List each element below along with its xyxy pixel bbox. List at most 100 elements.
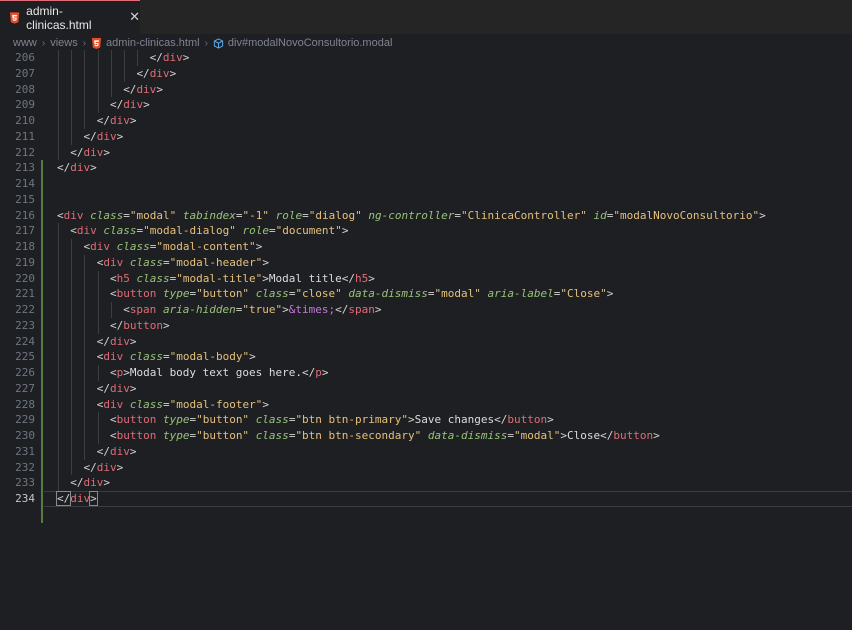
code-line[interactable]: </div> [83, 129, 123, 145]
indent-guide [58, 254, 59, 271]
indent-guide [58, 302, 59, 318]
indent-guide [71, 254, 73, 271]
code-token: > [606, 287, 614, 301]
code-line[interactable]: <button type="button" class="close" data… [110, 286, 613, 302]
indent-guide [71, 365, 73, 381]
code-token: > [368, 271, 375, 285]
code-token: > [262, 397, 269, 411]
code-line[interactable]: </div> [97, 444, 137, 460]
code-line[interactable]: </div> [70, 475, 110, 491]
code-line[interactable]: <div class="modal-header"> [97, 255, 269, 271]
code-token: ng-controller [368, 208, 455, 222]
indent-guide [58, 128, 59, 145]
breadcrumb-www[interactable]: www [13, 37, 37, 49]
indent-guide [71, 443, 73, 460]
code-token: </ [341, 271, 356, 285]
indent-guide [97, 81, 99, 98]
indent-guide [84, 317, 86, 334]
code-token: class [136, 271, 170, 285]
line-number: 209 [15, 98, 35, 112]
code-line[interactable]: </div> [123, 82, 163, 98]
code-token: "ClinicaController" [461, 208, 587, 222]
code-token: > [116, 129, 124, 143]
line-number: 230 [15, 429, 35, 442]
indent-guide [84, 113, 86, 129]
code-token: </ [70, 145, 84, 159]
indent-guide [84, 380, 86, 397]
code-line[interactable]: </div> [97, 113, 137, 129]
code-token: button [116, 429, 157, 442]
code-token: > [103, 476, 110, 490]
code-token: role [242, 224, 269, 238]
code-line[interactable]: </div> [83, 460, 123, 476]
breadcrumb-views[interactable]: views [50, 37, 78, 49]
code-line[interactable]: </div> [57, 160, 97, 176]
indent-guide [84, 365, 86, 381]
code-token: class [255, 429, 289, 442]
line-number: 229 [15, 413, 35, 427]
code-line[interactable]: <button type="button" class="btn btn-pri… [110, 412, 554, 428]
indent-guide [71, 128, 73, 145]
code-token: div [136, 82, 157, 96]
code-token: > [129, 114, 137, 127]
indent-guide [97, 97, 99, 113]
code-line[interactable]: <button type="button" class="btn btn-sec… [110, 428, 660, 444]
code-token: = [123, 208, 130, 222]
code-token: class [129, 350, 163, 364]
indent-guide [84, 412, 86, 428]
code-token: < [70, 224, 77, 238]
code-token: </ [70, 476, 84, 490]
indent-guide [97, 302, 99, 318]
tab-title: admin-clinicas.html [26, 3, 92, 32]
line-number: 231 [15, 444, 35, 458]
code-editor[interactable]: 206 207 208 209 210 211 212 213 214 215 216 217 218 2… [0, 50, 852, 630]
indent-guide [71, 286, 73, 302]
code-token: </ [83, 129, 97, 143]
breadcrumb-file[interactable]: admin-clinicas.html [106, 37, 200, 49]
code-line[interactable]: <span aria-hidden="true">&times;</span> [123, 302, 381, 318]
code-token: class [116, 240, 150, 253]
code-token: id [593, 208, 607, 222]
code-token: "btn btn-primary" [295, 413, 409, 427]
code-line[interactable]: </div> [110, 97, 150, 113]
line-number: 208 [15, 82, 35, 96]
code-token: div [109, 381, 130, 395]
breadcrumb-symbol[interactable]: div#modalNovoConsultorio.modal [228, 37, 392, 49]
code-line[interactable]: </button> [110, 318, 170, 334]
code-token: = [162, 255, 170, 269]
code-line[interactable]: <div class="modal" tabindex="-1" role="d… [57, 208, 766, 224]
code-line[interactable]: </div> [70, 145, 110, 161]
indent-guide [58, 144, 59, 161]
code-line[interactable]: </div> [136, 66, 176, 82]
code-token: </ [136, 66, 150, 80]
code-line[interactable]: <p>Modal body text goes here.</p> [110, 365, 329, 381]
code-line[interactable]: <div class="modal-body"> [97, 349, 256, 365]
code-line[interactable]: <div class="modal-dialog" role="document… [70, 223, 348, 239]
git-change-indicator [41, 160, 43, 523]
code-line[interactable]: <h5 class="modal-title">Modal title</h5> [110, 271, 375, 287]
code-token: </ [123, 82, 137, 96]
code-token: > [90, 161, 97, 175]
line-number: 221 [15, 287, 35, 301]
code-line[interactable]: <div class="modal-footer"> [97, 397, 269, 413]
code-token: div [109, 334, 130, 348]
code-line[interactable]: <div class="modal-content"> [83, 239, 262, 255]
code-line[interactable]: </div> [150, 50, 190, 66]
code-line[interactable]: </div> [55, 491, 98, 507]
code-token: </ [494, 413, 508, 427]
indent-guide [71, 239, 73, 255]
line-number: 206 [15, 51, 35, 64]
indent-guide [84, 396, 86, 413]
tab-admin-clinicas[interactable]: admin-clinicas.html ✕ [0, 0, 140, 34]
code-token: div [123, 98, 144, 112]
indent-guide [58, 443, 59, 460]
code-token: div [109, 114, 130, 127]
code-line[interactable]: </div> [97, 381, 137, 397]
indent-guide [71, 349, 73, 365]
indent-guide [58, 333, 59, 350]
indent-guide [58, 97, 59, 113]
close-icon[interactable]: ✕ [129, 10, 140, 25]
code-line[interactable]: </div> [97, 334, 137, 350]
